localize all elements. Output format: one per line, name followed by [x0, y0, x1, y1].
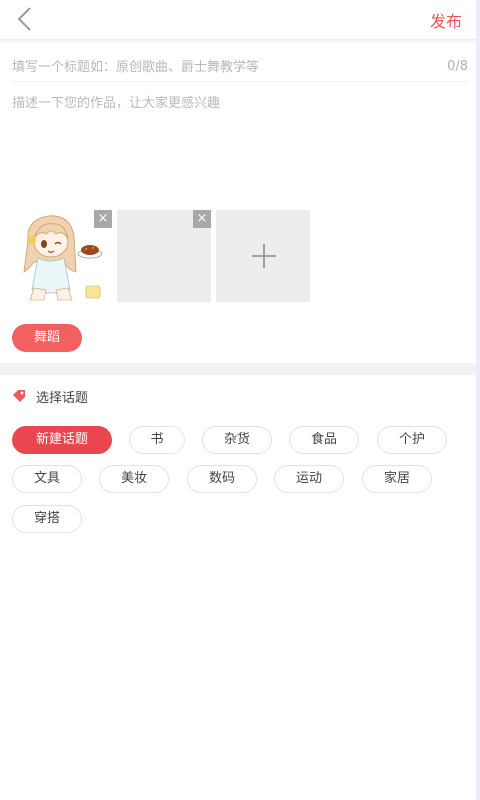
topic-chip[interactable]: 数码	[187, 465, 257, 493]
topic-chip[interactable]: 穿搭	[12, 505, 82, 533]
selected-topic-tag[interactable]: 舞蹈	[12, 324, 82, 352]
topic-chip[interactable]: 家居	[362, 465, 432, 493]
title-row: 0/8	[12, 56, 468, 82]
header-divider	[0, 40, 476, 44]
choose-topic-label: 选择话题	[36, 391, 89, 406]
close-icon[interactable]: ×	[94, 210, 112, 228]
topic-chip[interactable]: 美妆	[99, 465, 169, 493]
right-edge-strip	[476, 0, 480, 800]
chevron-left-icon[interactable]	[14, 6, 36, 32]
close-icon[interactable]: ×	[193, 210, 211, 228]
topic-chip[interactable]: 运动	[274, 465, 344, 493]
topic-chip[interactable]: 个护	[377, 426, 447, 454]
topic-chip[interactable]: 食品	[289, 426, 359, 454]
section-divider	[0, 363, 476, 375]
topic-chip[interactable]: 书	[129, 426, 185, 454]
new-topic-button[interactable]: 新建话题	[12, 426, 112, 454]
title-input[interactable]	[12, 56, 412, 78]
top-bar: 发布	[0, 0, 476, 40]
publish-button[interactable]: 发布	[430, 8, 462, 32]
add-image-button[interactable]	[216, 210, 310, 302]
title-char-counter: 0/8	[447, 59, 468, 74]
description-input[interactable]	[12, 92, 468, 192]
tag-icon	[13, 390, 25, 402]
topic-chip[interactable]: 文具	[12, 465, 82, 493]
topic-chip[interactable]: 杂货	[202, 426, 272, 454]
